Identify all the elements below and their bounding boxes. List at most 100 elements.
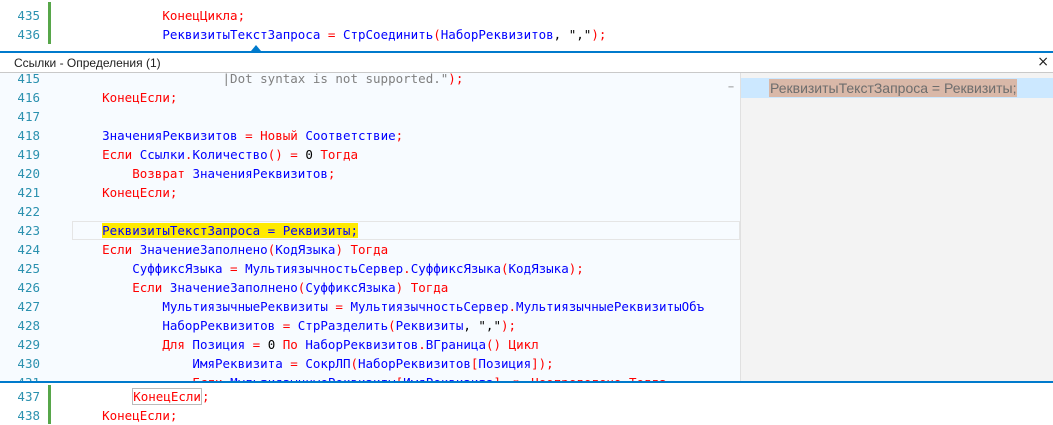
code-line[interactable]: 430 ИмяРеквизита = СокрЛП(НаборРеквизито… [0,354,740,373]
code-token: КодЯзыка [508,261,569,276]
editor-bottom[interactable]: 437 КонецЕсли; 438 КонецЕсли; [0,383,1053,424]
code-token: = [282,356,306,371]
collapse-icon[interactable]: − [728,82,734,93]
code-token: Если [102,147,133,162]
code-text: КонецЕсли; [72,183,177,202]
code-token: ; [237,8,246,23]
line-number: 425 [17,261,40,276]
code-line[interactable]: 423 РеквизитыТекстЗапроса = Реквизиты; [0,221,740,240]
code-line[interactable]: 418 ЗначенияРеквизитов = Новый Соответст… [0,126,740,145]
code-line[interactable]: 416 КонецЕсли; [0,88,740,107]
line-number: 435 [17,8,40,23]
code-line[interactable]: 421 КонецЕсли; [0,183,740,202]
line-number: 431 [0,373,40,381]
code-token: ( [433,27,441,42]
line-number: 417 [17,109,40,124]
code-line[interactable]: 417 [0,107,740,126]
code-token: ); [568,261,584,276]
code-token: , "," [463,318,501,333]
code-token: Количество [192,147,268,162]
code-token: КодЯзыка [275,242,336,257]
code-token: . [508,299,517,314]
code-text: Если Ссылки.Количество() = 0 Тогда [72,145,358,164]
code-token: () = [267,147,306,162]
line-number: 422 [17,204,40,219]
code-token: ЗначенияРеквизитов [102,128,238,143]
code-token: КонецЕсли [102,408,170,423]
line-number: 419 [17,147,40,162]
code-token: ЗначениеЗаполнено [169,280,298,295]
code-token: НаборРеквизитов [440,27,554,42]
code-line[interactable]: 427 МультиязычныеРеквизиты = Мультиязычн… [0,297,740,316]
line-number: 437 [17,389,40,404]
code-line[interactable]: 431 Если МультиязычныеРеквизиты[ИмяРекви… [0,373,740,381]
code-token: РеквизитыТекстЗапроса [162,27,321,42]
line-number: 438 [17,408,40,423]
peek-title: Ссылки - Определения (1) [14,56,161,70]
code-token: ЗначениеЗаполнено [139,242,268,257]
code-line[interactable]: 436 РеквизитыТекстЗапроса = СтрСоединить… [0,25,1053,44]
code-token: КонецЕсли [102,90,170,105]
line-number: 424 [17,242,40,257]
code-token: = [237,128,261,143]
peek-results-panel: РеквизитыТекстЗапроса = Реквизиты; [740,73,1053,381]
code-token: ); [591,27,607,42]
line-number: 427 [17,299,40,314]
code-token: ЗначенияРеквизитов [192,166,328,181]
code-line[interactable]: 425 СуффиксЯзыка = МультиязычностьСервер… [0,259,740,278]
peek-result-text: РеквизитыТекстЗапроса = Реквизиты; [769,79,1018,97]
code-token: ; [169,185,178,200]
code-line[interactable]: 424 Если ЗначениеЗаполнено(КодЯзыка) Тог… [0,240,740,259]
close-icon[interactable]: × [1037,54,1049,70]
line-number: 426 [17,280,40,295]
peek-header: Ссылки - Определения (1) × [0,51,1053,73]
editor-top[interactable]: 435 КонецЦикла; 436 РеквизитыТекстЗапроса… [0,0,1053,48]
code-token: ( [501,261,509,276]
code-line[interactable]: 422 [0,202,740,221]
code-token: 0 [305,147,313,162]
code-line[interactable]: 437 КонецЕсли; [0,387,1053,406]
line-number: 420 [17,166,40,181]
code-token: СтрРазделить [297,318,389,333]
code-token: КонецЕсли [102,185,170,200]
peek-code-view[interactable]: 415 |Dot syntax is not supported."); 416 … [0,73,740,381]
code-token: МультиязычныеРеквизиты [162,299,328,314]
code-token: , "," [553,27,592,42]
code-token: ]); [531,356,554,371]
code-token: ; [395,128,404,143]
code-token: Позиция [478,356,532,371]
code-line[interactable]: 426 Если ЗначениеЗаполнено(СуффиксЯзыка)… [0,278,740,297]
code-line[interactable]: 435 КонецЦикла; [0,6,1053,25]
code-line[interactable]: 428 НаборРеквизитов = СтрРазделить(Рекви… [0,316,740,335]
code-token: Позиция [192,337,246,352]
code-token: Новый [260,128,298,143]
code-token: СтрСоединить [342,27,434,42]
code-text: КонецЕсли; [72,406,177,425]
code-token: ( [388,318,396,333]
line-number: 418 [17,128,40,143]
code-line[interactable]: 415 |Dot syntax is not supported."); [0,73,740,88]
code-token: Цикл [508,337,539,352]
line-number: 415 [17,73,40,86]
code-line[interactable]: 419 Если Ссылки.Количество() = 0 Тогда [0,145,740,164]
code-token: ВГраница [425,337,486,352]
code-token: |Dot syntax is not supported." [72,73,449,86]
code-text: МультиязычныеРеквизиты = Мультиязычность… [72,297,704,316]
code-token: ) [335,242,343,257]
code-token: () [485,337,502,352]
peek-result-item[interactable]: РеквизитыТекстЗапроса = Реквизиты; [741,78,1053,98]
code-line[interactable]: 420 Возврат ЗначенияРеквизитов; [0,164,740,183]
code-token: ); [448,73,464,86]
code-line[interactable]: 429 Для Позиция = 0 По НаборРеквизитов.В… [0,335,740,354]
code-line[interactable]: 438 КонецЕсли; [0,406,1053,425]
code-token: ; [169,90,178,105]
